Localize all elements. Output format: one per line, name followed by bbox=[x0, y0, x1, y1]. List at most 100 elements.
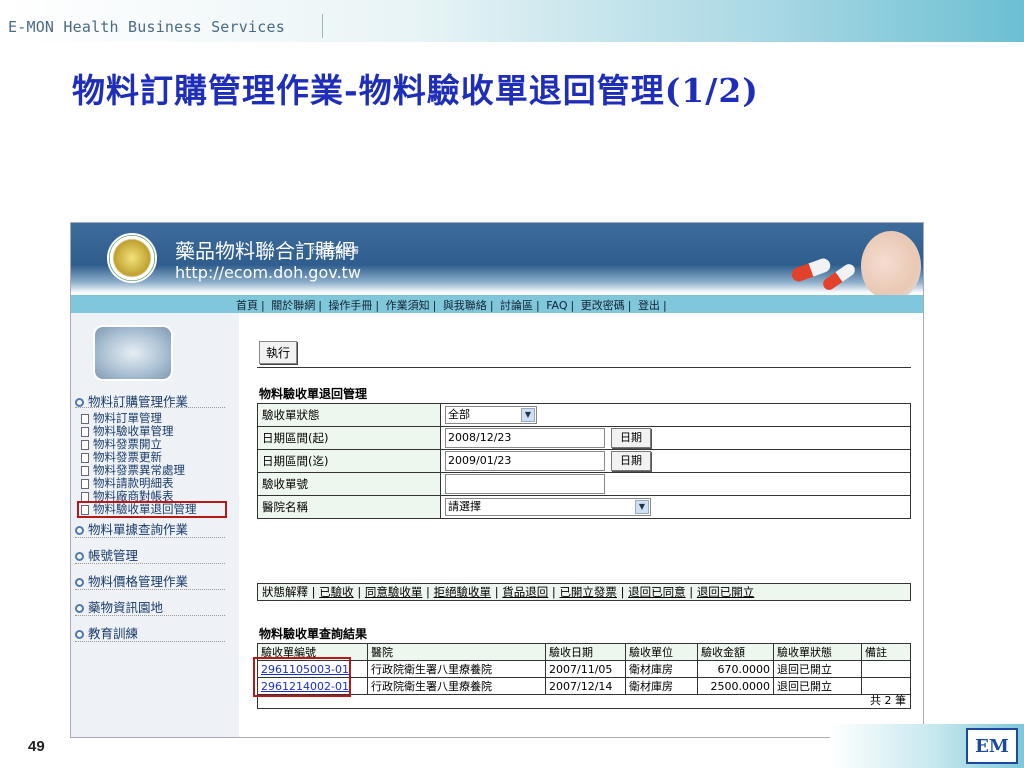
column-header: 驗收日期 bbox=[545, 643, 626, 661]
sidebar-item-order[interactable]: 物料訂單管理 bbox=[81, 412, 162, 425]
nav-manual[interactable]: 操作手冊 bbox=[325, 299, 375, 312]
form-title: 物料驗收單退回管理 bbox=[259, 387, 368, 401]
nav-faq[interactable]: FAQ bbox=[543, 299, 570, 312]
table-cell: 退回已開立 bbox=[773, 660, 862, 678]
table-cell: 2007/11/05 bbox=[545, 660, 626, 678]
document-icon bbox=[81, 465, 89, 476]
divider bbox=[75, 407, 225, 408]
receipt-no-input[interactable] bbox=[445, 474, 605, 494]
table-row: 2961214002-01 行政院衛生署八里療養院 2007/12/14 衛材庫… bbox=[257, 677, 911, 695]
table-row: 2961105003-01 行政院衛生署八里療養院 2007/11/05 衛材庫… bbox=[257, 660, 911, 678]
face-image bbox=[861, 231, 921, 301]
divider bbox=[75, 589, 225, 590]
execute-button[interactable]: 執行 bbox=[259, 341, 298, 364]
sidebar-item-invoice-update[interactable]: 物料發票更新 bbox=[81, 451, 162, 464]
sidebar-group-account[interactable]: 帳號管理 bbox=[71, 545, 138, 564]
date-from-input[interactable]: 2008/12/23 bbox=[445, 428, 605, 448]
divider bbox=[75, 615, 225, 616]
nav-forum[interactable]: 討論區 bbox=[497, 299, 536, 312]
nav-about[interactable]: 關於聯網 bbox=[268, 299, 318, 312]
org-name: E-MON Health Business Services bbox=[8, 18, 285, 36]
column-header: 備註 bbox=[861, 643, 911, 661]
circle-bullet-icon bbox=[75, 526, 84, 535]
sidebar-item-invoice-exception[interactable]: 物料發票異常處理 bbox=[81, 464, 185, 477]
sidebar-group-query[interactable]: 物料單據查詢作業 bbox=[71, 519, 188, 538]
nav-contact[interactable]: 與我聯絡 bbox=[440, 299, 490, 312]
status-label: 驗收單狀態 bbox=[257, 403, 441, 427]
highlight-box bbox=[77, 501, 227, 518]
table-cell: 2500.0000 bbox=[697, 677, 774, 695]
legend-item[interactable]: 退回已同意 bbox=[628, 585, 686, 599]
site-url: http://ecom.doh.gov.tw bbox=[175, 263, 361, 282]
receipt-no-label: 驗收單號 bbox=[257, 472, 441, 496]
circle-bullet-icon bbox=[75, 630, 84, 639]
status-select[interactable]: 全部 ▼ bbox=[445, 406, 537, 424]
legend-label: 狀態解釋 bbox=[262, 585, 308, 599]
sidebar-group-price[interactable]: 物料價格管理作業 bbox=[71, 571, 188, 590]
site-nav: 首頁 | 關於聯網 | 操作手冊 | 作業須知 | 與我聯絡 | 討論區 | FAQ | 更改… bbox=[71, 295, 923, 313]
table-cell bbox=[861, 677, 911, 695]
website-screenshot: 藥品物料聯合訂購網 行政院衛生署 http://ecom.doh.gov.tw … bbox=[70, 222, 924, 738]
highlight-box bbox=[253, 657, 351, 697]
sidebar-item-receipt[interactable]: 物料驗收單管理 bbox=[81, 425, 174, 438]
legend-item[interactable]: 同意驗收單 bbox=[365, 585, 423, 599]
document-icon bbox=[81, 452, 89, 463]
site-header: 藥品物料聯合訂購網 行政院衛生署 http://ecom.doh.gov.tw bbox=[71, 223, 923, 301]
table-cell: 行政院衛生署八里療養院 bbox=[367, 677, 546, 695]
sidebar: 物料訂購管理作業 物料訂單管理 物料驗收單管理 物料發票開立 物料發票更新 物料… bbox=[71, 313, 239, 737]
legend-item[interactable]: 拒絕驗收單 bbox=[434, 585, 492, 599]
chevron-down-icon: ▼ bbox=[521, 408, 535, 422]
document-icon bbox=[81, 413, 89, 424]
circle-bullet-icon bbox=[75, 604, 84, 613]
document-icon bbox=[81, 439, 89, 450]
search-form: 驗收單狀態 全部 ▼ 日期區間(起) 2008/12/23 日期 日期區間(迄) 2… bbox=[257, 403, 911, 519]
table-cell: 670.0000 bbox=[697, 660, 774, 678]
date-to-input[interactable]: 2009/01/23 bbox=[445, 451, 605, 471]
legend-item[interactable]: 已開立發票 bbox=[559, 585, 617, 599]
sidebar-item-payment-detail[interactable]: 物料請款明細表 bbox=[81, 477, 174, 490]
circle-bullet-icon bbox=[75, 398, 84, 407]
table-cell: 退回已開立 bbox=[773, 677, 862, 695]
date-from-button[interactable]: 日期 bbox=[611, 428, 651, 448]
nav-change-password[interactable]: 更改密碼 bbox=[578, 299, 628, 312]
chevron-down-icon: ▼ bbox=[635, 500, 649, 514]
divider bbox=[75, 641, 225, 642]
nav-notice[interactable]: 作業須知 bbox=[383, 299, 433, 312]
page-number: 49 bbox=[28, 738, 45, 755]
divider bbox=[75, 537, 225, 538]
hospital-select[interactable]: 請選擇 ▼ bbox=[445, 498, 651, 516]
divider bbox=[257, 367, 911, 368]
column-header: 驗收單狀態 bbox=[773, 643, 862, 661]
nav-home[interactable]: 首頁 bbox=[233, 299, 261, 312]
document-icon bbox=[81, 426, 89, 437]
circle-bullet-icon bbox=[75, 578, 84, 587]
sidebar-group-drug-info[interactable]: 藥物資訊園地 bbox=[71, 597, 163, 616]
slide-top-bar: E-MON Health Business Services bbox=[0, 0, 1024, 42]
seal-logo-icon bbox=[107, 233, 157, 283]
date-to-button[interactable]: 日期 bbox=[611, 451, 651, 471]
sidebar-item-invoice-issue[interactable]: 物料發票開立 bbox=[81, 438, 162, 451]
sidebar-photo bbox=[93, 325, 173, 381]
table-cell: 衛材庫房 bbox=[625, 660, 698, 678]
table-cell bbox=[861, 660, 911, 678]
table-header-row: 驗收單編號 醫院 驗收日期 驗收單位 驗收金額 驗收單狀態 備註 bbox=[257, 643, 911, 661]
hospital-label: 醫院名稱 bbox=[257, 495, 441, 519]
sidebar-group-training[interactable]: 教育訓練 bbox=[71, 623, 138, 642]
table-cell: 2007/12/14 bbox=[545, 677, 626, 695]
legend-item[interactable]: 已驗收 bbox=[319, 585, 354, 599]
em-logo-icon: EM bbox=[966, 728, 1018, 764]
site-subname: 行政院衛生署 bbox=[311, 246, 359, 255]
document-icon bbox=[81, 491, 89, 502]
main-content: 執行 物料驗收單退回管理 驗收單狀態 全部 ▼ 日期區間(起) 2008/12/2… bbox=[249, 315, 921, 737]
date-to-label: 日期區間(迄) bbox=[257, 449, 441, 473]
column-header: 醫院 bbox=[367, 643, 546, 661]
slide-title: 物料訂購管理作業-物料驗收單退回管理(1/2) bbox=[72, 71, 759, 110]
legend-item[interactable]: 貨品退回 bbox=[502, 585, 548, 599]
results-table: 驗收單編號 醫院 驗收日期 驗收單位 驗收金額 驗收單狀態 備註 2961105… bbox=[257, 643, 911, 695]
nav-logout[interactable]: 登出 bbox=[635, 299, 663, 312]
legend-item[interactable]: 退回已開立 bbox=[697, 585, 755, 599]
divider bbox=[322, 14, 323, 38]
document-icon bbox=[81, 478, 89, 489]
results-total: 共 2 筆 bbox=[257, 693, 911, 709]
table-cell: 衛材庫房 bbox=[625, 677, 698, 695]
